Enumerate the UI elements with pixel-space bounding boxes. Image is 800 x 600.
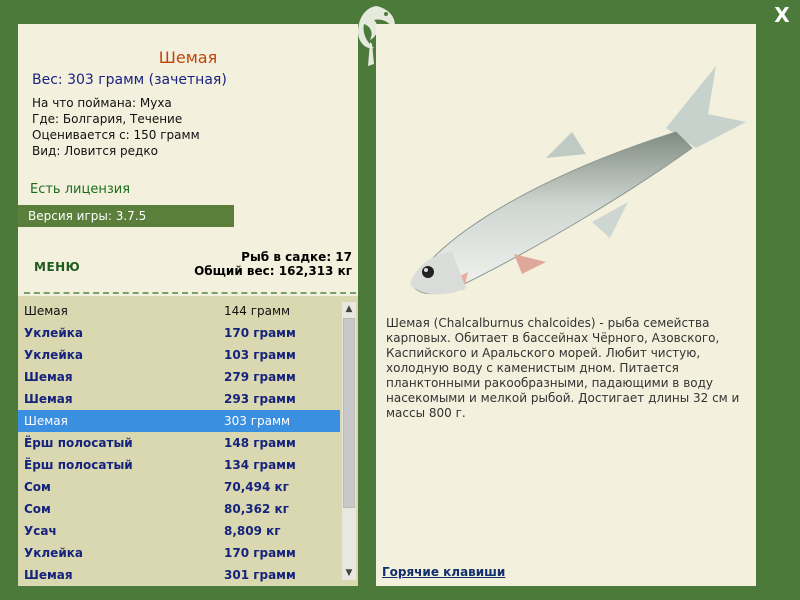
item-weight: 8,809 кг	[224, 524, 281, 538]
fish-weight: Вес: 303 грамм (зачетная)	[32, 72, 227, 88]
item-name: Сом	[24, 480, 51, 494]
list-item[interactable]: Шемая 301 грамм	[18, 564, 340, 586]
item-weight: 170 грамм	[224, 546, 296, 560]
bait-info: На что поймана: Муха	[32, 96, 172, 110]
hotkeys-link[interactable]: Горячие клавиши	[382, 565, 505, 579]
item-name: Шемая	[24, 392, 73, 406]
license-status: Есть лицензия	[30, 182, 131, 197]
location-info: Где: Болгария, Течение	[32, 112, 183, 126]
list-item[interactable]: Уклейка 103 грамм	[18, 344, 340, 366]
close-icon[interactable]: X	[770, 4, 794, 26]
scroll-down-icon[interactable]: ▼	[342, 566, 356, 580]
scroll-thumb[interactable]	[343, 318, 355, 508]
list-item[interactable]: Усач 8,809 кг	[18, 520, 340, 542]
list-item[interactable]: Уклейка 170 грамм	[18, 542, 340, 564]
fish-picture	[396, 58, 756, 298]
item-weight: 279 грамм	[224, 370, 296, 384]
item-weight: 148 грамм	[224, 436, 296, 450]
list-item[interactable]: Шемая 144 грамм	[18, 300, 340, 322]
fish-detail-panel: Шемая (Chalcalburnus chalcoides) - рыба …	[376, 24, 756, 586]
item-weight: 301 грамм	[224, 568, 296, 582]
item-name: Уклейка	[24, 546, 83, 560]
game-version: Версия игры: 3.7.5	[18, 205, 234, 227]
fish-info-panel: Шемая Вес: 303 грамм (зачетная) На что п…	[18, 24, 358, 296]
list-item[interactable]: Сом 70,494 кг	[18, 476, 340, 498]
item-name: Шемая	[24, 370, 73, 384]
menu-button[interactable]: МЕНЮ	[34, 260, 80, 274]
valuation-info: Оценивается с: 150 грамм	[32, 128, 200, 142]
list-item[interactable]: Сом 80,362 кг	[18, 498, 340, 520]
item-weight: 144 грамм	[224, 304, 291, 318]
scroll-up-icon[interactable]: ▲	[342, 302, 356, 316]
item-weight: 103 грамм	[224, 348, 296, 362]
item-name: Сом	[24, 502, 51, 516]
fish-description: Шемая (Chalcalburnus chalcoides) - рыба …	[386, 316, 740, 420]
list-item[interactable]: Шемая 279 грамм	[18, 366, 340, 388]
list-item[interactable]: Ёрш полосатый 148 грамм	[18, 432, 340, 454]
item-name: Шемая	[24, 304, 68, 318]
fish-info-window: X Шемая Вес: 303 грамм (зачетная) На что…	[0, 0, 800, 600]
species-rarity-info: Вид: Ловится редко	[32, 144, 158, 158]
item-name: Уклейка	[24, 326, 83, 340]
list-item[interactable]: Уклейка 170 грамм	[18, 322, 340, 344]
item-name: Шемая	[24, 414, 68, 428]
item-weight: 293 грамм	[224, 392, 296, 406]
item-weight: 70,494 кг	[224, 480, 289, 494]
fish-title: Шемая	[158, 48, 218, 67]
item-weight: 80,362 кг	[224, 502, 289, 516]
item-name: Шемая	[24, 568, 73, 582]
net-total-weight: Общий вес: 162,313 кг	[194, 264, 352, 278]
item-name: Усач	[24, 524, 57, 538]
item-weight: 303 грамм	[224, 414, 291, 428]
catch-list-panel: Шемая 144 грамм Уклейка 170 грамм Уклейка 1…	[18, 296, 358, 586]
net-fish-count: Рыб в садке: 17	[241, 250, 352, 264]
item-weight: 134 грамм	[224, 458, 296, 472]
list-item-selected[interactable]: Шемая 303 грамм	[18, 410, 340, 432]
item-name: Ёрш полосатый	[24, 436, 133, 450]
list-scrollbar[interactable]: ▲ ▼	[342, 302, 356, 580]
item-name: Уклейка	[24, 348, 83, 362]
item-name: Ёрш полосатый	[24, 458, 133, 472]
list-item[interactable]: Шемая 293 грамм	[18, 388, 340, 410]
list-item[interactable]: Ёрш полосатый 134 грамм	[18, 454, 340, 476]
catch-list[interactable]: Шемая 144 грамм Уклейка 170 грамм Уклейка 1…	[18, 300, 340, 586]
item-weight: 170 грамм	[224, 326, 296, 340]
